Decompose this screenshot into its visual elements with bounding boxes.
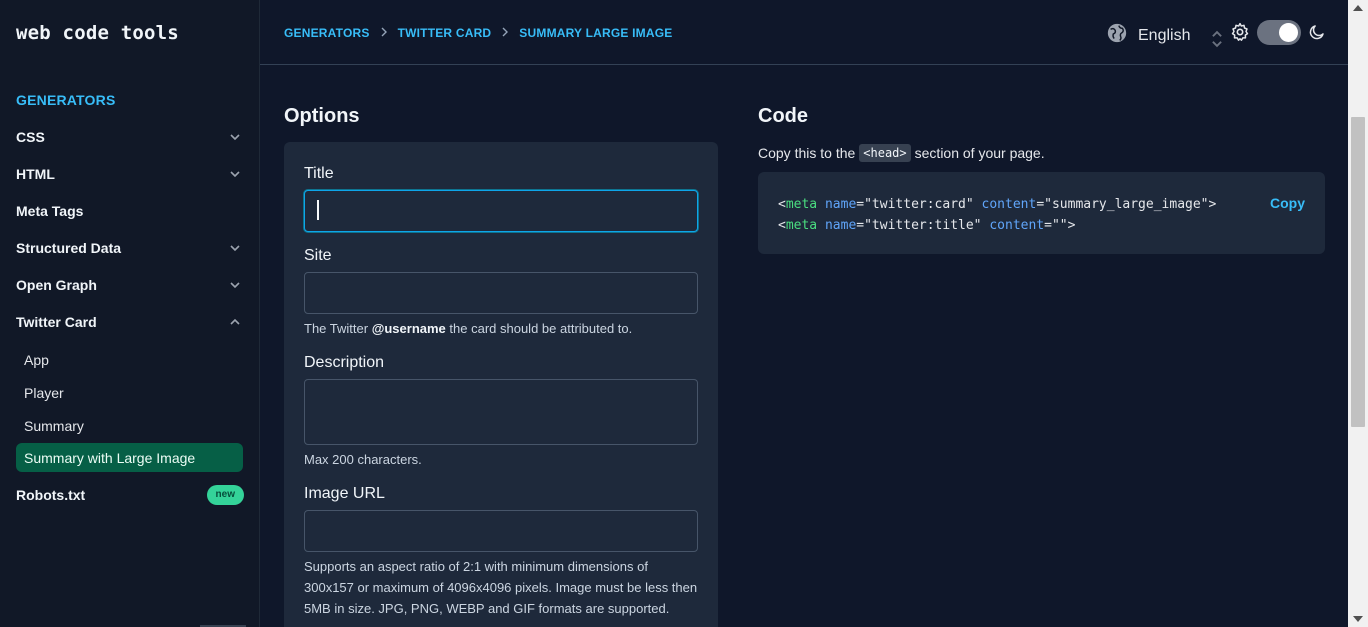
description-help: Max 200 characters. — [304, 452, 422, 467]
image-url-input[interactable] — [304, 510, 698, 552]
chevron-down-icon — [228, 241, 242, 255]
page-scrollbar[interactable] — [1348, 0, 1368, 627]
title-input[interactable] — [304, 190, 698, 232]
site-label: Site — [304, 247, 332, 264]
code-punct: = — [856, 218, 865, 233]
sidebar-item-label: Structured Data — [16, 240, 122, 256]
chevron-down-icon — [228, 167, 242, 181]
breadcrumb-twitter-card[interactable]: TWITTER CARD — [398, 26, 492, 40]
globe-icon — [1106, 22, 1128, 49]
site-help: The Twitter @username the card should be… — [304, 318, 704, 339]
code-punct: < — [778, 197, 786, 212]
sidebar-item-label: Twitter Card — [16, 314, 97, 330]
sidebar-item-structured-data[interactable]: Structured Data — [16, 236, 244, 260]
image-url-label: Image URL — [304, 485, 385, 502]
sidebar-item-robots[interactable]: Robots.txt new — [16, 483, 244, 507]
scrollbar-thumb[interactable] — [1351, 117, 1365, 427]
app-root: web code tools GENERATORS CSS HTML Meta … — [0, 0, 1368, 627]
image-url-help: Supports an aspect ratio of 2:1 with min… — [304, 559, 698, 616]
code-punct: > — [1208, 197, 1217, 212]
code-attr-value: "" — [1051, 218, 1068, 233]
code-punct: = — [1036, 197, 1045, 212]
description-label: Description — [304, 354, 385, 371]
options-card: Title Site The Twitter @username the car… — [284, 142, 718, 627]
copy-button[interactable]: Copy — [1270, 195, 1305, 211]
code-attr-value: "twitter:card" — [864, 197, 974, 212]
code-desc-before: Copy this to the — [758, 145, 856, 161]
chevron-down-icon — [228, 130, 242, 144]
code-line: <meta name="twitter:title" content=""> — [778, 215, 1216, 236]
language-label: English — [1138, 26, 1191, 44]
top-header: GENERATORS TWITTER CARD SUMMARY LARGE IM… — [260, 0, 1348, 65]
sidebar-item-meta-tags[interactable]: Meta Tags — [16, 199, 244, 223]
code-description: Copy this to the <head> section of your … — [758, 144, 1045, 162]
sidebar-item-open-graph[interactable]: Open Graph — [16, 273, 244, 297]
code-block: <meta name="twitter:card" content="summa… — [758, 172, 1325, 254]
code-line: <meta name="twitter:card" content="summa… — [778, 194, 1216, 215]
scroll-up-arrow[interactable] — [1353, 5, 1363, 11]
sidebar-subitem-player[interactable]: Player — [16, 378, 243, 407]
sidebar: web code tools GENERATORS CSS HTML Meta … — [0, 0, 260, 627]
code-desc-after: section of your page. — [914, 145, 1045, 161]
site-help-prefix: The Twitter — [304, 321, 372, 336]
sidebar-heading-generators: GENERATORS — [16, 92, 116, 108]
options-heading: Options — [284, 105, 360, 127]
sidebar-item-html[interactable]: HTML — [16, 162, 244, 186]
sidebar-subitem-summary-large-image[interactable]: Summary with Large Image — [16, 443, 243, 472]
code-attr-name: content — [981, 197, 1037, 212]
theme-toggle[interactable] — [1257, 20, 1301, 45]
site-help-suffix: the card should be attributed to. — [445, 321, 633, 336]
site-input[interactable] — [304, 272, 698, 314]
chevron-up-icon — [228, 315, 242, 329]
sidebar-item-label: CSS — [16, 129, 45, 145]
code-attr-value: "summary_large_image" — [1044, 197, 1209, 212]
head-tag-code: <head> — [859, 144, 911, 162]
gear-icon[interactable] — [1230, 22, 1250, 42]
sidebar-subitem-app[interactable]: App — [16, 345, 243, 374]
scroll-down-arrow[interactable] — [1353, 616, 1363, 622]
sidebar-item-label: Open Graph — [16, 277, 97, 293]
sidebar-item-label: Robots.txt — [16, 487, 86, 503]
sidebar-item-css[interactable]: CSS — [16, 125, 244, 149]
code-attr-name: name — [824, 218, 857, 233]
code-punct: = — [1044, 218, 1052, 233]
code-attr-name: content — [989, 218, 1045, 233]
moon-icon — [1308, 23, 1326, 41]
chevron-right-icon — [380, 26, 388, 40]
breadcrumb-generators[interactable]: GENERATORS — [284, 26, 370, 40]
code-tag-name: meta — [785, 218, 818, 233]
sidebar-item-twitter-card[interactable]: Twitter Card — [16, 310, 244, 334]
site-help-username: @username — [371, 321, 446, 336]
brand-logo[interactable]: web code tools — [16, 22, 179, 44]
sidebar-subitem-summary[interactable]: Summary — [16, 411, 243, 440]
chevron-down-icon — [228, 278, 242, 292]
code-attr-name: name — [824, 197, 857, 212]
sidebar-item-label: HTML — [16, 166, 55, 182]
code-punct: > — [1067, 218, 1076, 233]
code-punct: = — [856, 197, 865, 212]
code-lines: <meta name="twitter:card" content="summa… — [778, 194, 1216, 236]
breadcrumb: GENERATORS TWITTER CARD SUMMARY LARGE IM… — [284, 26, 672, 40]
description-textarea[interactable] — [304, 379, 698, 445]
sidebar-item-label: Meta Tags — [16, 203, 84, 219]
title-label: Title — [304, 165, 334, 182]
language-selector[interactable]: English — [1106, 22, 1223, 49]
code-tag-name: meta — [785, 197, 818, 212]
toggle-knob — [1279, 23, 1298, 42]
breadcrumb-current[interactable]: SUMMARY LARGE IMAGE — [519, 26, 672, 40]
code-heading: Code — [758, 105, 808, 127]
code-attr-value: "twitter:title" — [864, 218, 982, 233]
updown-icon — [1206, 28, 1223, 47]
chevron-right-icon — [501, 26, 509, 40]
code-punct: < — [778, 218, 786, 233]
new-badge: new — [206, 485, 244, 505]
